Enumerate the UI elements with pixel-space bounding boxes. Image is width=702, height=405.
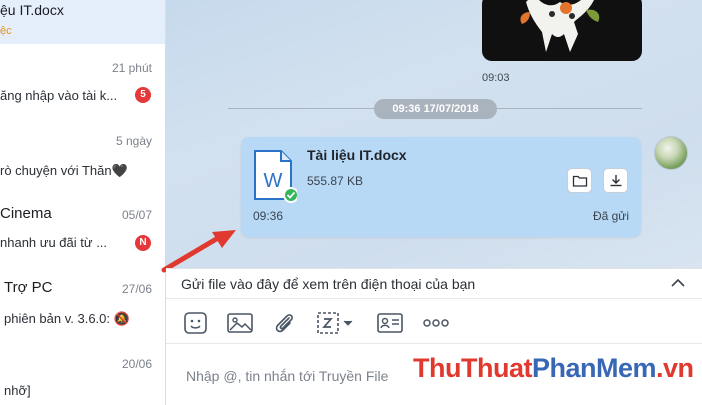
conversation-item[interactable]: 20/06 nhỡ] — [0, 350, 165, 405]
annotation-arrow-icon — [161, 230, 236, 273]
conversation-subtext: ệc — [0, 25, 12, 37]
attach-file-button[interactable] — [272, 311, 296, 335]
new-badge: N — [135, 235, 151, 251]
avatar[interactable] — [654, 136, 688, 170]
conversation-preview: rò chuyện với Thăn🖤 — [0, 163, 128, 178]
image-button[interactable] — [226, 311, 254, 335]
paperclip-icon — [275, 314, 293, 333]
open-folder-button[interactable] — [567, 168, 592, 193]
conversation-preview: ăng nhập vào tài k... — [0, 88, 118, 103]
watermark-logo: ThuThuatPhanMem.vn — [413, 353, 694, 384]
date-separator: 09:36 17/07/2018 — [374, 99, 497, 119]
file-message[interactable]: W Tài liệu IT.docx 555.87 KB 09:36 Đã gử… — [241, 137, 641, 237]
composer-toolbar — [166, 300, 702, 344]
date-divider-right — [494, 108, 642, 109]
message-time: 09:36 — [253, 209, 284, 223]
conversation-time: 21 phút — [111, 61, 152, 75]
sticker-message[interactable] — [482, 0, 642, 61]
conversation-preview: nhỡ] — [4, 383, 31, 398]
conversation-list: ệu IT.docx ệc 21 phút ăng nhập vào tài k… — [0, 0, 166, 405]
conversation-time: 20/06 — [121, 357, 152, 371]
date-divider-left — [228, 108, 378, 109]
watermark-part: .vn — [656, 353, 694, 383]
message-time: 09:03 — [482, 72, 510, 84]
download-button[interactable] — [603, 168, 628, 193]
contact-card-icon — [377, 313, 403, 333]
conversation-preview: nhanh ưu đãi từ ... — [0, 235, 108, 250]
conversation-item[interactable]: 21 phút ăng nhập vào tài k... 5 — [0, 52, 165, 112]
file-name: Tài liệu IT.docx — [307, 147, 407, 163]
conversation-item[interactable]: Cinema 05/07 nhanh ưu đãi từ ... N — [0, 200, 165, 262]
sticker-image — [520, 0, 600, 52]
conversation-name: Cinema — [0, 205, 52, 222]
conversation-time: 05/07 — [121, 208, 152, 222]
more-options-icon — [423, 319, 449, 327]
screenshot-icon — [317, 312, 353, 334]
chevron-up-icon[interactable] — [670, 277, 686, 289]
word-doc-icon: W — [253, 149, 299, 203]
more-options-button[interactable] — [422, 311, 450, 335]
send-to-phone-bar[interactable]: Gửi file vào đây để xem trên điện thoại … — [166, 268, 702, 299]
message-status: Đã gửi — [592, 209, 629, 223]
folder-icon — [572, 175, 588, 187]
conversation-time: 5 ngày — [115, 134, 152, 148]
conversation-preview: ệu IT.docx — [0, 2, 64, 18]
conversation-item[interactable]: Trợ PC 27/06 phiên bản v. 3.6.0: 🔕 — [0, 274, 165, 336]
watermark-part: PhanMem — [531, 353, 657, 383]
conversation-item[interactable]: ệu IT.docx ệc — [0, 0, 165, 44]
message-input-placeholder[interactable]: Nhập @, tin nhắn tới Truyền File — [186, 368, 388, 384]
sticker-button[interactable] — [183, 311, 209, 335]
screenshot-button[interactable] — [316, 311, 358, 335]
chat-area: 09:03 09:36 17/07/2018 W Tài liệu IT.doc… — [166, 0, 702, 268]
file-size: 555.87 KB — [307, 174, 364, 188]
conversation-time: 27/06 — [121, 282, 152, 296]
watermark-part: ThuThuat — [413, 353, 532, 383]
image-icon — [227, 313, 253, 333]
sticker-icon — [184, 312, 207, 334]
contact-card-button[interactable] — [376, 311, 404, 335]
send-to-phone-text: Gửi file vào đây để xem trên điện thoại … — [181, 276, 476, 292]
conversation-name: Trợ PC — [4, 279, 53, 296]
unread-badge: 5 — [135, 87, 151, 103]
conversation-item[interactable]: 5 ngày rò chuyện với Thăn🖤 — [0, 126, 165, 186]
conversation-preview: phiên bản v. 3.6.0: 🔕 — [4, 311, 130, 326]
doc-letter: W — [264, 170, 283, 192]
download-icon — [610, 175, 622, 187]
